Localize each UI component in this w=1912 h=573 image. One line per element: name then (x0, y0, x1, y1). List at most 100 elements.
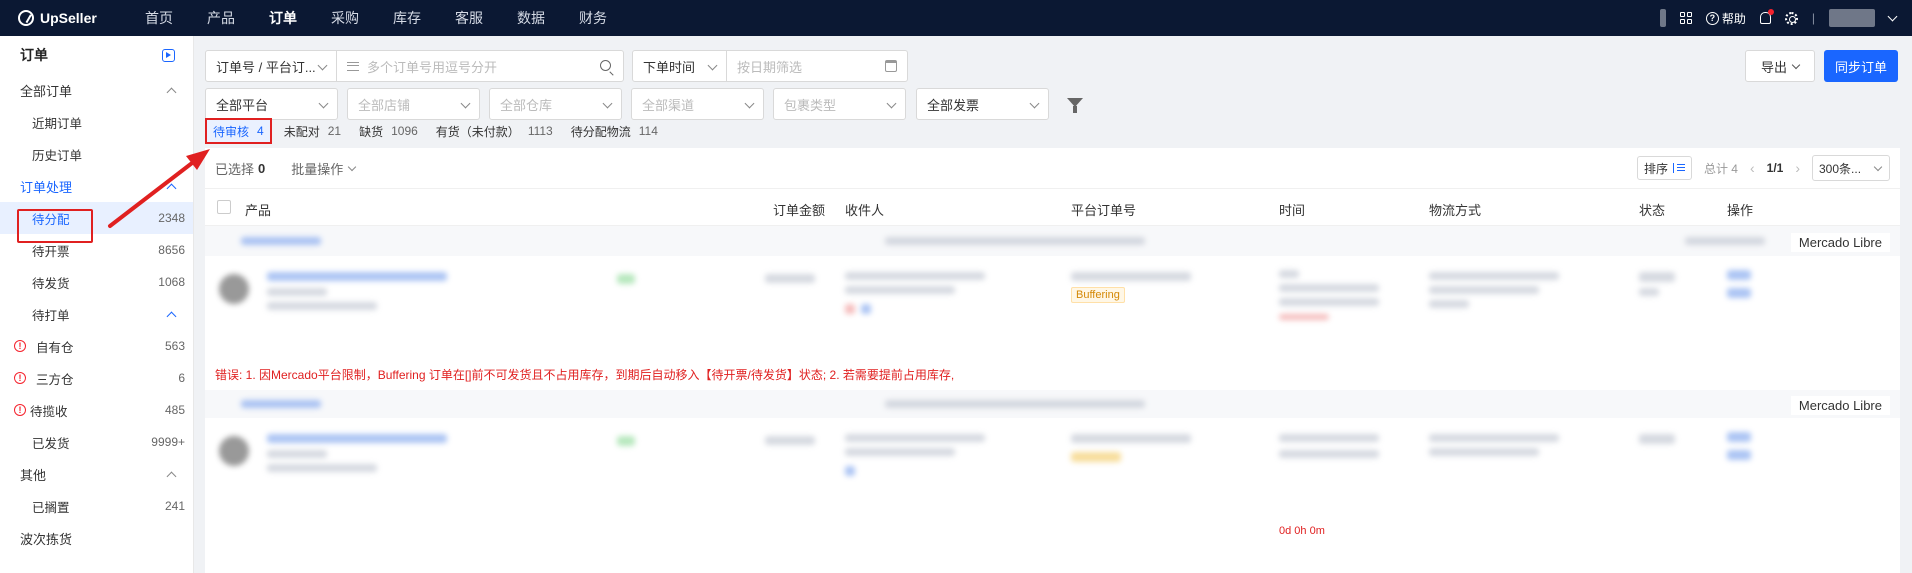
col-recipient: 收件人 (845, 203, 885, 218)
sidebar-item-recent-orders[interactable]: 近期订单 (0, 106, 193, 138)
sort-icon (1672, 163, 1685, 173)
nav-inventory[interactable]: 库存 (376, 0, 438, 36)
sidebar-header: 订单 (0, 36, 193, 74)
blurred-platform-order-id (1071, 272, 1191, 281)
blurred-store-info (885, 400, 1145, 408)
page-size-select[interactable]: 300条... (1812, 155, 1890, 181)
chevron-down-icon (886, 98, 897, 109)
nav-data[interactable]: 数据 (500, 0, 562, 36)
sidebar-item-on-hold[interactable]: 已搁置 241 (0, 490, 193, 522)
search-icon[interactable] (600, 60, 611, 71)
blurred-flag (845, 466, 855, 476)
sidebar-item-wave-picking[interactable]: 波次拣货 (0, 522, 193, 554)
order-search-input[interactable]: 多个订单号用逗号分开 (336, 50, 624, 82)
settings-gear-icon[interactable] (1784, 11, 1798, 25)
chevron-up-icon (166, 183, 177, 193)
orders-toolbar: 已选择 0 批量操作 排序 总计 4 ‹ 1/1 › 300条... (205, 148, 1900, 188)
blurred-logistics (1429, 272, 1559, 280)
sidebar-collapse-icon[interactable] (162, 48, 175, 62)
divider: | (1811, 11, 1815, 25)
blurred-action[interactable] (1727, 450, 1751, 460)
apps-icon[interactable] (1679, 12, 1692, 24)
invoice-select[interactable]: 全部发票 (916, 88, 1049, 120)
blurred-product-name (267, 434, 447, 443)
export-button[interactable]: 导出 (1745, 50, 1815, 82)
nav-service[interactable]: 客服 (438, 0, 500, 36)
tab-unmatched[interactable]: 未配对 21 (278, 118, 347, 144)
tab-in-stock-unpaid[interactable]: 有货（未付款） 1113 (430, 118, 559, 144)
blurred-logistics (1429, 434, 1559, 442)
nav-products[interactable]: 产品 (190, 0, 252, 36)
platform-label: Mercado Libre (1790, 396, 1890, 415)
upseller-logo-icon (18, 10, 34, 26)
blurred-time (1279, 270, 1299, 278)
blurred-logistics (1429, 286, 1539, 294)
blurred-time (1279, 434, 1379, 442)
chevron-down-icon (348, 162, 357, 171)
buffering-tag: Buffering (1071, 287, 1125, 303)
sort-button[interactable]: 排序 (1636, 156, 1692, 180)
nav-finance[interactable]: 财务 (562, 0, 624, 36)
blurred-order-id (241, 400, 321, 408)
help-button[interactable]: ? 帮助 (1705, 10, 1746, 27)
nav-home[interactable]: 首页 (128, 0, 190, 36)
tab-out-of-stock[interactable]: 缺货 1096 (353, 118, 424, 144)
blurred-action[interactable] (1727, 288, 1751, 298)
blurred-deadline (1279, 314, 1329, 320)
table-header: 产品 订单金额 收件人 平台订单号 时间 物流方式 状态 操作 (205, 188, 1900, 226)
funnel-icon-shape (1067, 98, 1083, 113)
blurred-sku (267, 288, 327, 296)
blurred-action[interactable] (1727, 270, 1751, 280)
tab-pending-review[interactable]: 待审核 4 (205, 118, 272, 144)
sidebar-group-order-processing[interactable]: 订单处理 (0, 170, 193, 202)
select-all-checkbox[interactable] (217, 200, 231, 214)
blurred-platform-order-id (1071, 434, 1191, 443)
chevron-up-icon (166, 87, 177, 97)
sidebar-item-shipped[interactable]: 已发货 9999+ (0, 426, 193, 458)
nav-purchase[interactable]: 采购 (314, 0, 376, 36)
logo[interactable]: UpSeller (0, 10, 128, 26)
sidebar-group-other[interactable]: 其他 (0, 458, 193, 490)
order-type-select[interactable]: 订单号 / 平台订... (205, 50, 337, 82)
sidebar-item-third-party-warehouse[interactable]: ! 三方仓 6 (0, 362, 193, 394)
package-type-select[interactable]: 包裹类型 (773, 88, 906, 120)
chevron-down-icon (1873, 162, 1883, 172)
blurred-recipient (845, 272, 985, 280)
sidebar-group-all-orders[interactable]: 全部订单 (0, 74, 193, 106)
sidebar-group-to-print[interactable]: 待打单 (0, 298, 193, 330)
blurred-status (1639, 288, 1659, 296)
sidebar-item-history-orders[interactable]: 历史订单 (0, 138, 193, 170)
sidebar-item-to-ship[interactable]: 待发货 1068 (0, 266, 193, 298)
sidebar-item-to-pickup[interactable]: ! 待揽收 485 (0, 394, 193, 426)
batch-actions-dropdown[interactable]: 批量操作 (291, 159, 357, 178)
blurred-time (1279, 284, 1379, 292)
main-nav: 首页 产品 订单 采购 库存 客服 数据 财务 (128, 0, 624, 36)
user-chevron-down-icon[interactable] (1887, 11, 1898, 21)
date-range-picker[interactable]: 按日期筛选 (726, 50, 908, 82)
chevron-down-icon (318, 98, 329, 109)
warning-icon: ! (14, 372, 26, 384)
page-indicator: 1/1 (1766, 161, 1784, 175)
blurred-variant (267, 302, 377, 310)
blurred-order-id (241, 237, 321, 245)
blurred-amount (765, 274, 815, 283)
date-type-select[interactable]: 下单时间 (632, 50, 727, 82)
sync-orders-button[interactable]: 同步订单 (1824, 50, 1898, 82)
sidebar-title: 订单 (20, 47, 48, 63)
selected-count: 0 (258, 160, 266, 176)
chevron-down-icon (1029, 98, 1040, 109)
chevron-down-icon (707, 60, 718, 71)
chevron-up-icon (166, 471, 177, 481)
chevron-down-icon (317, 60, 328, 71)
pagination: 排序 总计 4 ‹ 1/1 › 300条... (1636, 155, 1890, 181)
prev-page-icon[interactable]: ‹ (1750, 160, 1755, 176)
chevron-down-icon (602, 98, 613, 109)
top-nav: UpSeller 首页 产品 订单 采购 库存 客服 数据 财务 ? 帮助 | (0, 0, 1912, 36)
nav-orders[interactable]: 订单 (252, 0, 314, 36)
blurred-action[interactable] (1727, 432, 1751, 442)
tab-pending-logistics[interactable]: 待分配物流 114 (565, 118, 664, 144)
next-page-icon[interactable]: › (1795, 160, 1800, 176)
notification-bell-icon[interactable] (1759, 9, 1774, 24)
user-menu[interactable] (1829, 9, 1875, 27)
sidebar-item-own-warehouse[interactable]: ! 自有仓 563 (0, 330, 193, 362)
